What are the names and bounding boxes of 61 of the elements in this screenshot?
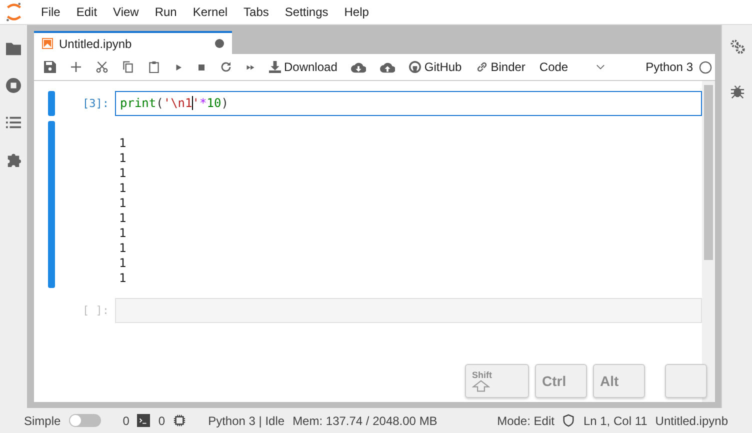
keystroke-key (665, 364, 707, 398)
play-icon[interactable] (174, 62, 183, 72)
gears-icon[interactable] (730, 39, 744, 54)
list-icon[interactable] (6, 115, 21, 130)
terminal-icon[interactable] (137, 414, 150, 427)
github-button[interactable]: GitHub (409, 56, 462, 78)
scrollbar[interactable] (702, 81, 715, 402)
menu-item[interactable]: File (33, 5, 68, 19)
kernel-name[interactable]: Python 3 (646, 60, 693, 74)
shield-icon[interactable] (562, 414, 576, 427)
menu-item[interactable]: Edit (68, 5, 106, 19)
shift-arrow-icon (472, 380, 490, 392)
binder-button[interactable]: Binder (476, 56, 526, 78)
github-icon (409, 61, 422, 73)
stop-icon[interactable] (197, 62, 206, 72)
link-icon (476, 61, 488, 73)
puzzle-icon[interactable] (6, 152, 21, 167)
chip-icon[interactable] (173, 414, 186, 427)
input-prompt: [ ]: (82, 303, 110, 319)
cursor-position[interactable]: Ln 1, Col 11 (583, 414, 648, 428)
cloud-download-icon[interactable] (351, 61, 366, 73)
menu-item[interactable]: Help (336, 5, 377, 19)
save-icon[interactable] (44, 61, 56, 73)
fast-forward-icon[interactable] (246, 62, 255, 72)
notebook-tab[interactable]: Untitled.ipynb (34, 31, 232, 54)
jupyter-logo-icon[interactable] (5, 2, 23, 22)
folder-icon[interactable] (6, 41, 21, 56)
simple-mode-toggle[interactable] (68, 414, 101, 427)
copy-icon[interactable] (122, 61, 134, 73)
menu-item[interactable]: View (105, 5, 147, 19)
cell-collapser[interactable] (48, 91, 55, 116)
menu-item[interactable]: Settings (276, 5, 336, 19)
plus-icon[interactable] (70, 61, 82, 73)
menu-item[interactable]: Kernel (184, 5, 236, 19)
download-button[interactable]: Download (269, 56, 338, 78)
clipboard-icon[interactable] (148, 61, 160, 73)
unsaved-dot-icon[interactable] (215, 39, 224, 48)
memory-usage: Mem: 137.74 / 2048.00 MB (292, 414, 438, 428)
code-editor[interactable]: print('\n1'*10) (115, 91, 702, 116)
kernel-status[interactable]: Python 3 | Idle (208, 414, 285, 428)
caret-icon (596, 64, 606, 70)
file-name: Untitled.ipynb (655, 414, 728, 428)
editor-mode: Mode: Edit (497, 414, 554, 428)
notebook-icon (42, 38, 53, 49)
stop-circle-icon[interactable] (6, 78, 21, 93)
cell-type-dropdown[interactable]: Code (539, 60, 606, 74)
keystroke-key: Ctrl (535, 364, 587, 398)
cloud-upload-icon[interactable] (380, 61, 396, 73)
menu-item[interactable]: Run (146, 5, 185, 19)
input-prompt: [3]: (82, 96, 110, 112)
download-icon (269, 61, 281, 73)
keystroke-key: Alt (593, 364, 645, 398)
menu-item[interactable]: Tabs (236, 5, 277, 19)
cell-output: 1 1 1 1 1 1 1 1 1 1 (118, 135, 126, 287)
simple-mode-label: Simple (24, 414, 61, 428)
scissors-icon[interactable] (96, 61, 108, 73)
refresh-icon[interactable] (220, 61, 232, 73)
terminal-count: 0 (122, 414, 130, 428)
bug-icon[interactable] (730, 84, 744, 99)
kernel-count: 0 (158, 414, 166, 428)
keystroke-key: Shift (465, 364, 529, 398)
